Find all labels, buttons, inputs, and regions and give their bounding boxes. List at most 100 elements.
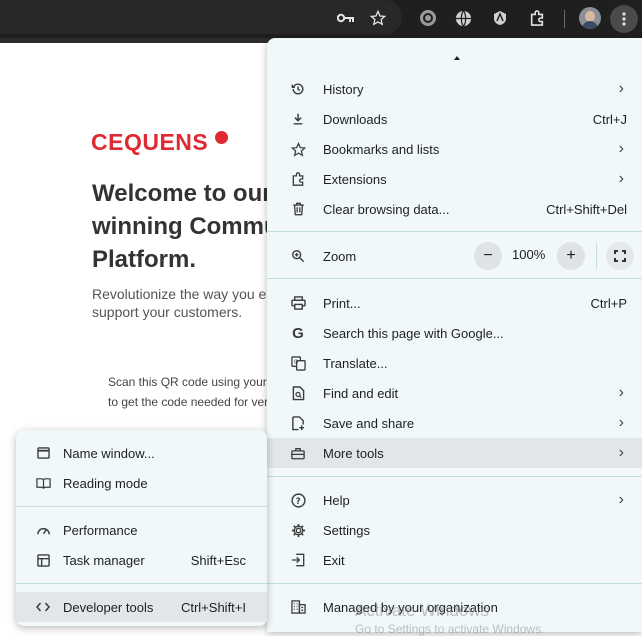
chevron-right-icon: › [618,414,624,431]
menu-item-label: More tools [323,445,384,461]
scan-instructions: Scan this QR code using your a to get th… [108,372,268,412]
menu-item-bookmarks[interactable]: Bookmarks and lists › [267,134,642,164]
zoom-magnifier-icon [289,247,307,265]
extension-globe-icon[interactable] [450,5,476,31]
submenu-item-name-window[interactable]: Name window... [16,438,267,468]
browser-toolbar [0,0,642,38]
toolbox-icon [289,444,307,462]
menu-item-label: Translate... [323,355,388,371]
book-icon [34,474,52,492]
submenu-item-reading-mode[interactable]: Reading mode [16,468,267,498]
subtitle-line: Revolutionize the way you e [92,286,267,302]
menu-item-label: Zoom [323,248,357,264]
task-manager-icon [34,551,52,569]
menu-item-label: Reading mode [63,475,148,491]
menu-item-history[interactable]: History › [267,74,642,104]
shortcut-label: Ctrl+Shift+Del [546,201,627,217]
toolbar-separator [564,10,565,28]
chevron-right-icon: › [618,140,624,157]
profile-avatar[interactable] [579,7,601,29]
menu-item-label: Performance [63,522,138,538]
shortcut-label: Ctrl+J [592,111,627,127]
save-share-icon [289,414,307,432]
menu-separator [16,506,267,507]
menu-item-search-with-google[interactable]: G Search this page with Google... [267,318,642,348]
extension-shield-icon[interactable] [487,5,513,31]
menu-item-label: Search this page with Google... [323,325,504,341]
menu-item-label: Exit [323,552,345,568]
menu-item-label: Clear browsing data... [323,201,450,217]
menu-item-label: Bookmarks and lists [323,141,440,157]
zoom-separator [596,243,597,269]
heading-line: Platform. [92,246,197,273]
menu-separator [16,583,267,584]
menu-item-label: Extensions [323,171,387,187]
trash-icon [289,200,307,218]
menu-separator [267,278,642,279]
bookmark-star-icon[interactable] [365,5,391,31]
translate-icon: G [289,354,307,372]
svg-text:?: ? [295,495,300,505]
heading-line: winning Commu [92,213,279,240]
menu-item-save-and-share[interactable]: Save and share › [267,408,642,438]
cequens-logo: CEQUENS [91,129,209,155]
submenu-item-developer-tools[interactable]: Developer tools Ctrl+Shift+I [16,592,267,622]
menu-separator [267,583,642,584]
zoom-out-button[interactable]: − [474,242,502,270]
code-icon [34,598,52,616]
page-heading: Welcome to our winning Commu Platform. [92,177,282,276]
menu-item-exit[interactable]: Exit [267,545,642,575]
chevron-right-icon: › [618,170,624,187]
submenu-item-performance[interactable]: Performance [16,515,267,545]
menu-item-find-and-edit[interactable]: Find and edit › [267,378,642,408]
fullscreen-icon [614,250,626,262]
printer-icon [289,294,307,312]
chrome-main-menu: History › Downloads Ctrl+J Bookmarks and… [267,38,642,632]
menu-item-help[interactable]: ? Help › [267,485,642,515]
chevron-right-icon: › [618,80,624,97]
scan-line: to get the code needed for ver [108,395,268,409]
menu-item-extensions[interactable]: Extensions › [267,164,642,194]
activate-windows-subtext: Go to Settings to activate Windows. [355,622,545,636]
scan-line: Scan this QR code using your a [108,375,268,389]
menu-item-translate[interactable]: G Translate... [267,348,642,378]
menu-item-label: Find and edit [323,385,399,401]
shortcut-label: Shift+Esc [190,552,246,568]
extension-target-icon[interactable] [415,5,441,31]
menu-caret [454,56,460,60]
download-icon [289,110,307,128]
shortcut-label: Ctrl+Shift+I [180,599,246,615]
zoom-in-button[interactable]: + [557,242,585,270]
heading-line: Welcome to our [92,180,272,207]
menu-item-clear-browsing-data[interactable]: Clear browsing data... Ctrl+Shift+Del [267,194,642,224]
menu-separator [267,231,642,232]
svg-text:G: G [293,359,297,365]
chevron-right-icon: › [618,491,624,508]
puzzle-icon [289,170,307,188]
fullscreen-button[interactable] [606,242,634,270]
menu-item-more-tools[interactable]: More tools › [267,438,642,468]
extensions-puzzle-icon[interactable] [524,5,550,31]
more-menu-button[interactable] [610,5,638,33]
menu-item-settings[interactable]: Settings [267,515,642,545]
menu-item-label: History [323,81,364,97]
history-icon [289,80,307,98]
subtitle-line: support your customers. [92,304,243,320]
building-icon [289,598,307,616]
gear-icon [289,521,307,539]
menu-item-print[interactable]: Print... Ctrl+P [267,288,642,318]
submenu-item-task-manager[interactable]: Task manager Shift+Esc [16,545,267,575]
window-icon [34,444,52,462]
menu-item-label: Settings [323,522,370,538]
more-tools-submenu: Name window... Reading mode Performance … [16,430,267,626]
shortcut-label: Ctrl+P [590,295,627,311]
menu-item-label: Name window... [63,445,155,461]
find-document-icon [289,384,307,402]
menu-item-label: Task manager [63,552,145,568]
password-key-icon[interactable] [333,5,359,31]
menu-item-downloads[interactable]: Downloads Ctrl+J [267,104,642,134]
menu-item-label: Save and share [323,415,415,431]
chevron-right-icon: › [618,444,624,461]
chevron-right-icon: › [618,384,624,401]
speedometer-icon [34,521,52,539]
